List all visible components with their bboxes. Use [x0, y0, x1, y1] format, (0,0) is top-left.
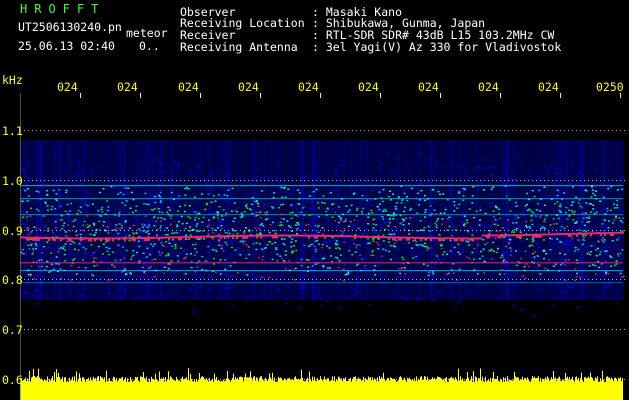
audio-level-bar — [20, 368, 623, 400]
x-tick-4: 024 — [238, 80, 259, 94]
x-tick-8: 024 — [478, 80, 499, 94]
extra-label: 0.. — [139, 39, 160, 53]
y-axis-unit: kHz — [2, 73, 23, 87]
field-label-antenna: Receiving Antenna — [180, 40, 298, 54]
x-tick-6: 024 — [358, 80, 379, 94]
x-tick-3: 024 — [178, 80, 199, 94]
x-tick-10: 0250 — [596, 80, 624, 94]
y-tick-0-7: 0.7 — [2, 323, 23, 337]
y-tick-1-0: 1.0 — [2, 174, 23, 188]
y-tick-0-8: 0.8 — [2, 273, 23, 287]
field-value-antenna: : 3el Yagi(V) Az 330 for Vladivostok — [312, 40, 562, 54]
filename-label: UT2506130240.pn — [18, 20, 122, 34]
app-logo: HROFFT — [20, 2, 106, 16]
spectrogram-display — [20, 93, 625, 400]
x-tick-7: 024 — [418, 80, 439, 94]
x-tick-5: 024 — [298, 80, 319, 94]
y-tick-0-6: 0.6 — [2, 373, 23, 387]
mode-label: meteor — [126, 26, 168, 40]
x-tick-2: 024 — [117, 80, 138, 94]
x-tick-9: 024 — [538, 80, 559, 94]
x-tick-1: 024 — [57, 80, 78, 94]
y-tick-1-1: 1.1 — [2, 124, 23, 138]
y-tick-0-9: 0.9 — [2, 224, 23, 238]
datetime-label: 25.06.13 02:40 — [18, 39, 115, 53]
